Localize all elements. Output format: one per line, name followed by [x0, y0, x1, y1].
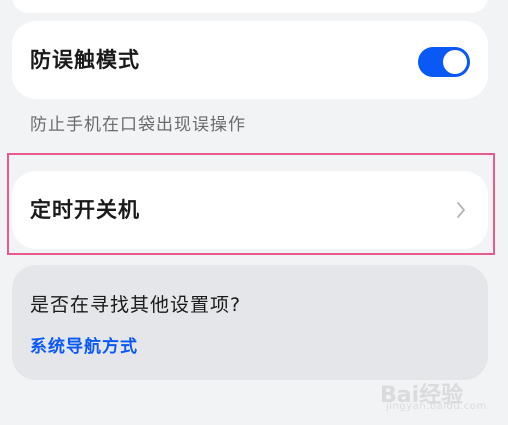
anti-touch-description: 防止手机在口袋出现误操作: [30, 115, 246, 135]
anti-touch-mode-label: 防误触模式: [30, 48, 140, 72]
highlight-annotation-box: [7, 153, 495, 255]
baidu-jingyan-watermark: Bai经验 jingyan.baidu.com: [380, 367, 490, 417]
watermark-url: jingyan.baidu.com: [386, 401, 487, 412]
search-question-text: 是否在寻找其他设置项?: [30, 294, 242, 316]
anti-touch-toggle[interactable]: [418, 47, 470, 77]
previous-settings-card: [12, 0, 488, 13]
search-suggestion-card: 是否在寻找其他设置项? 系统导航方式: [12, 265, 488, 380]
system-navigation-link[interactable]: 系统导航方式: [30, 335, 138, 359]
anti-touch-mode-row[interactable]: 防误触模式: [12, 21, 488, 99]
toggle-knob: [443, 50, 467, 74]
